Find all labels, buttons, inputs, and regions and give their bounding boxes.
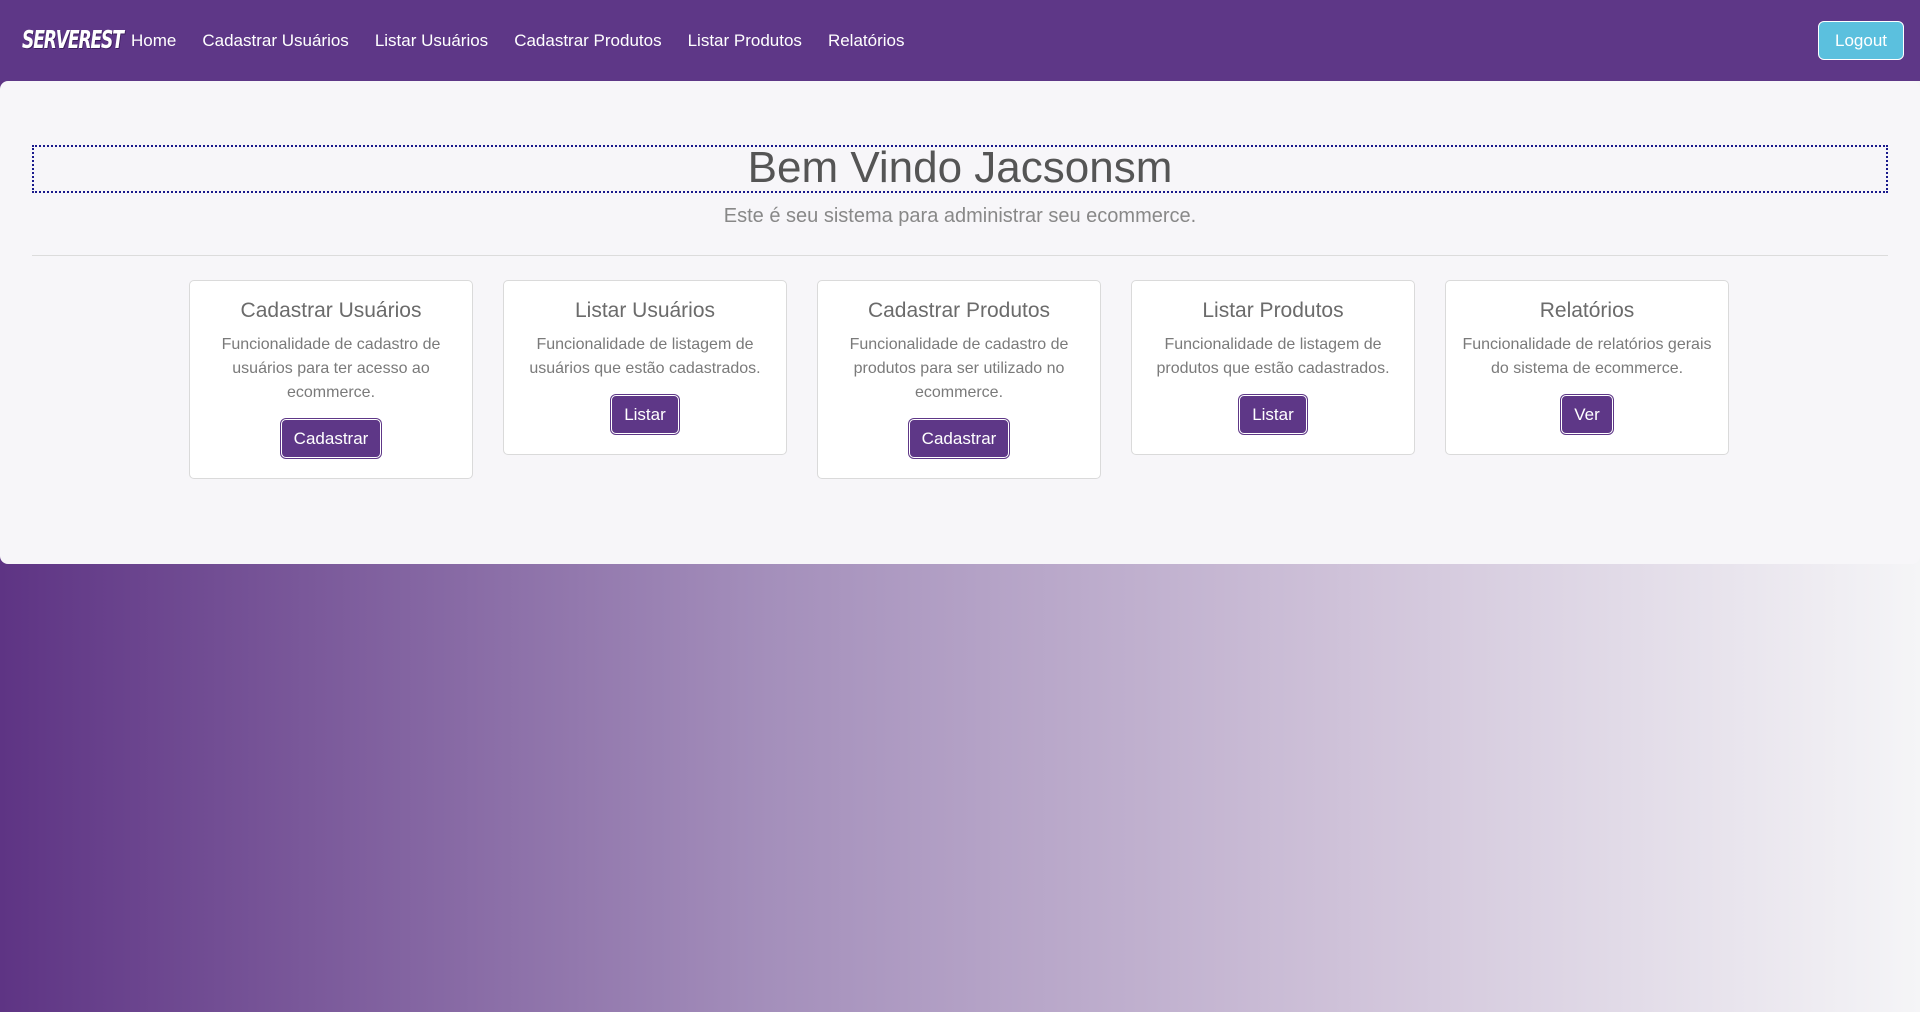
brand-logo-text: SERVEREST: [22, 26, 124, 55]
nav-link-listar-produtos[interactable]: Listar Produtos: [688, 31, 802, 51]
nav-link-home[interactable]: Home: [131, 31, 176, 51]
card-title: Listar Usuários: [574, 299, 716, 322]
card-cadastrar-produtos: Cadastrar Produtos Funcionalidade de cad…: [817, 280, 1101, 479]
nav-link-cadastrar-usuarios[interactable]: Cadastrar Usuários: [202, 31, 348, 51]
card-title: Cadastrar Produtos: [867, 299, 1051, 322]
feature-cards: Cadastrar Usuários Funcionalidade de cad…: [189, 280, 1729, 479]
card-title: Relatórios: [1539, 299, 1635, 322]
brand-logo[interactable]: SERVEREST: [22, 25, 124, 57]
main-content: Bem Vindo Jacsonsm Este é seu sistema pa…: [0, 81, 1920, 564]
nav-links: Home Cadastrar Usuários Listar Usuários …: [118, 31, 917, 51]
page-title: Bem Vindo Jacsonsm: [32, 145, 1888, 193]
listar-usuarios-button[interactable]: Listar: [611, 395, 679, 434]
cadastrar-produtos-button[interactable]: Cadastrar: [908, 419, 1010, 458]
card-text: Funcionalidade de cadastro de usuários p…: [221, 336, 441, 401]
card-relatorios: Relatórios Funcionalidade de relatórios …: [1445, 280, 1729, 455]
card-text: Funcionalidade de listagem de produtos q…: [1156, 336, 1390, 377]
nav-link-listar-usuarios[interactable]: Listar Usuários: [375, 31, 488, 51]
cadastrar-usuarios-button[interactable]: Cadastrar: [280, 419, 382, 458]
navbar: SERVEREST Home Cadastrar Usuários Listar…: [0, 0, 1920, 81]
card-title: Cadastrar Usuários: [240, 299, 422, 322]
card-title: Listar Produtos: [1202, 299, 1344, 322]
card-listar-usuarios: Listar Usuários Funcionalidade de listag…: [503, 280, 787, 455]
nav-link-cadastrar-produtos[interactable]: Cadastrar Produtos: [514, 31, 661, 51]
card-listar-produtos: Listar Produtos Funcionalidade de listag…: [1131, 280, 1415, 455]
logout-button[interactable]: Logout: [1818, 21, 1904, 60]
listar-produtos-button[interactable]: Listar: [1239, 395, 1307, 434]
ver-relatorios-button[interactable]: Ver: [1561, 395, 1613, 434]
card-cadastrar-usuarios: Cadastrar Usuários Funcionalidade de cad…: [189, 280, 473, 479]
card-text: Funcionalidade de cadastro de produtos p…: [849, 336, 1069, 401]
card-text: Funcionalidade de relatórios gerais do s…: [1462, 336, 1712, 377]
divider: [32, 255, 1888, 256]
card-text: Funcionalidade de listagem de usuários q…: [529, 336, 761, 377]
page-subtitle: Este é seu sistema para administrar seu …: [723, 205, 1197, 227]
nav-link-relatorios[interactable]: Relatórios: [828, 31, 905, 51]
